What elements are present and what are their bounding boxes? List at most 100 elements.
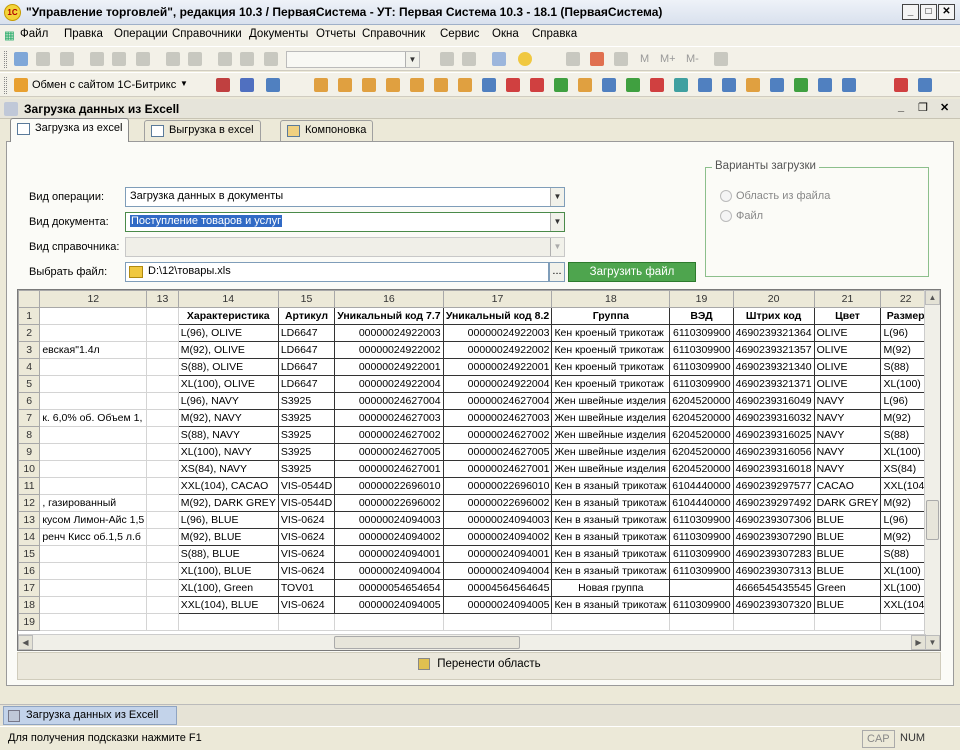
cell[interactable]: Кен в язаный трикотаж: [551, 511, 671, 529]
vertical-scrollbar[interactable]: ▲ ▼: [924, 290, 940, 650]
radio-file[interactable]: [720, 210, 732, 222]
posting-doc-icon[interactable]: [722, 78, 736, 92]
cell[interactable]: BLUE: [813, 511, 882, 529]
cell[interactable]: [146, 341, 179, 359]
cell[interactable]: [442, 613, 553, 631]
cell[interactable]: 00000024627003: [334, 409, 444, 427]
cell[interactable]: 4690239316056: [732, 443, 815, 461]
cell[interactable]: XXL(104), CACAO: [177, 477, 279, 495]
tab-layout[interactable]: Компоновка: [280, 120, 374, 141]
cell[interactable]: BLUE: [813, 545, 882, 563]
cell[interactable]: [146, 307, 179, 325]
cell[interactable]: VIS-0624: [277, 596, 336, 614]
cell[interactable]: 00000024094001: [442, 545, 553, 563]
cell[interactable]: 00000024922003: [334, 324, 444, 342]
cell[interactable]: [146, 494, 179, 512]
cell[interactable]: [39, 426, 148, 444]
column-header[interactable]: 15: [277, 290, 336, 308]
cell[interactable]: [39, 324, 148, 342]
cell[interactable]: NAVY: [813, 460, 882, 478]
maximize-button[interactable]: □: [920, 4, 937, 20]
cell[interactable]: ВЭД: [669, 307, 734, 325]
cell[interactable]: [39, 613, 148, 631]
cell[interactable]: LD6647: [277, 341, 336, 359]
paste-icon[interactable]: [136, 52, 150, 66]
cell[interactable]: LD6647: [277, 358, 336, 376]
cell[interactable]: [146, 613, 179, 631]
cell[interactable]: 6110309900: [669, 545, 734, 563]
user-icon[interactable]: [894, 78, 908, 92]
cell[interactable]: 00000024627001: [442, 460, 553, 478]
cell[interactable]: 4690239307313: [732, 562, 815, 580]
memory-m-button[interactable]: M: [640, 53, 649, 65]
redo-icon[interactable]: [240, 52, 254, 66]
scroll-left-icon[interactable]: ◀: [18, 635, 33, 650]
cell[interactable]: 00000024094002: [442, 528, 553, 546]
column-header[interactable]: 21: [813, 290, 882, 308]
row-number[interactable]: 5: [18, 375, 41, 393]
row-number[interactable]: 19: [18, 613, 41, 631]
cell[interactable]: S(88), BLUE: [177, 545, 279, 563]
menu-operations[interactable]: Операции: [114, 28, 168, 40]
cell[interactable]: 00000024094004: [334, 562, 444, 580]
report-doc-icon[interactable]: [746, 78, 760, 92]
cell[interactable]: LD6647: [277, 324, 336, 342]
cell[interactable]: Новая группа: [551, 579, 671, 597]
new-icon[interactable]: [14, 52, 28, 66]
payment-doc-icon[interactable]: [602, 78, 616, 92]
cell[interactable]: [177, 613, 279, 631]
cell[interactable]: 6110309900: [669, 375, 734, 393]
cell[interactable]: 00000024094003: [442, 511, 553, 529]
cell[interactable]: 4690239307320: [732, 596, 815, 614]
memory-mminus-button[interactable]: M-: [686, 53, 699, 65]
column-header[interactable]: 16: [334, 290, 444, 308]
cell[interactable]: L(96), NAVY: [177, 392, 279, 410]
cell[interactable]: XS(84), NAVY: [177, 460, 279, 478]
cell[interactable]: CACAO: [813, 477, 882, 495]
cell[interactable]: BLUE: [813, 528, 882, 546]
cell[interactable]: 00000024094001: [334, 545, 444, 563]
search-icon[interactable]: [264, 52, 278, 66]
cell[interactable]: [39, 562, 148, 580]
cell[interactable]: [277, 613, 336, 631]
column-header[interactable]: 18: [551, 290, 671, 308]
cell[interactable]: Кен в язаный трикотаж: [551, 596, 671, 614]
cell[interactable]: 4690239316049: [732, 392, 815, 410]
cell[interactable]: [39, 443, 148, 461]
cell[interactable]: S3925: [277, 443, 336, 461]
cell[interactable]: 00000024094002: [334, 528, 444, 546]
cell[interactable]: NAVY: [813, 392, 882, 410]
row-number[interactable]: 18: [18, 596, 41, 614]
cell[interactable]: [146, 409, 179, 427]
cell[interactable]: BLUE: [813, 562, 882, 580]
menu-edit[interactable]: Правка: [64, 28, 103, 40]
corner-cell[interactable]: [18, 290, 41, 308]
row-number[interactable]: 3: [18, 341, 41, 359]
cell[interactable]: Жен швейные изделия: [551, 392, 671, 410]
cut-icon[interactable]: [90, 52, 104, 66]
users-icon[interactable]: [240, 78, 254, 92]
row-number[interactable]: 16: [18, 562, 41, 580]
cell[interactable]: [146, 443, 179, 461]
menu-file[interactable]: Файл: [20, 28, 48, 40]
move-area-button[interactable]: Перенести область: [418, 658, 541, 670]
row-number[interactable]: 13: [18, 511, 41, 529]
cell[interactable]: XL(100), Green: [177, 579, 279, 597]
cell[interactable]: S3925: [277, 392, 336, 410]
cell[interactable]: [669, 613, 734, 631]
cell[interactable]: [813, 613, 882, 631]
cell[interactable]: 4690239297577: [732, 477, 815, 495]
tools-icon[interactable]: [714, 52, 728, 66]
cell[interactable]: [146, 426, 179, 444]
cell[interactable]: 4690239316025: [732, 426, 815, 444]
cell[interactable]: [146, 545, 179, 563]
cell[interactable]: VIS-0624: [277, 511, 336, 529]
calendar-icon[interactable]: [590, 52, 604, 66]
cell[interactable]: к. 6,0% об. Объем 1,: [39, 409, 148, 427]
cell[interactable]: 00004564564645: [442, 579, 553, 597]
cell[interactable]: Кен кроеный трикотаж: [551, 324, 671, 342]
memory-mplus-button[interactable]: M+: [660, 53, 676, 65]
cell[interactable]: VIS-0624: [277, 545, 336, 563]
cell[interactable]: 00000024627005: [442, 443, 553, 461]
scroll-right-icon[interactable]: ▶: [911, 635, 926, 650]
